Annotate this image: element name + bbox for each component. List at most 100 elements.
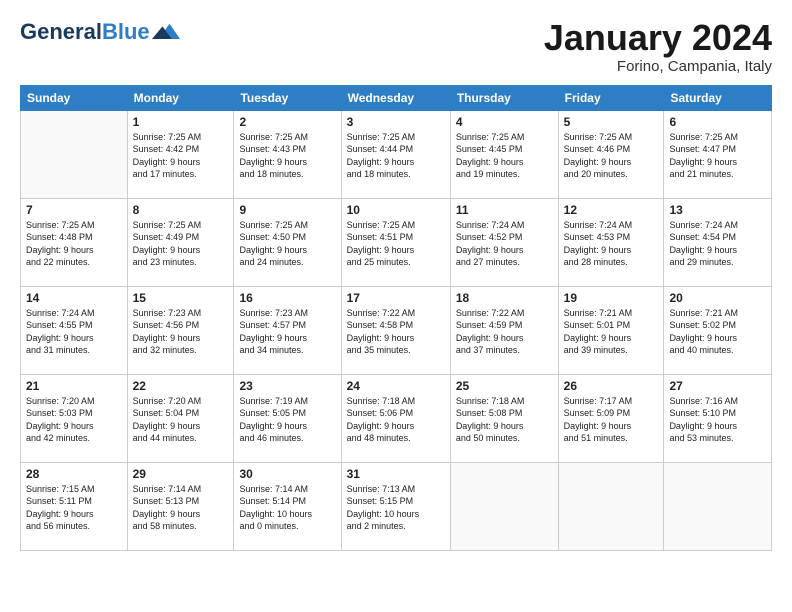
calendar-cell: 2Sunrise: 7:25 AM Sunset: 4:43 PM Daylig… xyxy=(234,110,341,198)
day-info: Sunrise: 7:25 AM Sunset: 4:48 PM Dayligh… xyxy=(26,219,122,269)
day-info: Sunrise: 7:21 AM Sunset: 5:02 PM Dayligh… xyxy=(669,307,766,357)
day-info: Sunrise: 7:24 AM Sunset: 4:52 PM Dayligh… xyxy=(456,219,553,269)
day-info: Sunrise: 7:25 AM Sunset: 4:44 PM Dayligh… xyxy=(347,131,445,181)
calendar-week-row: 7Sunrise: 7:25 AM Sunset: 4:48 PM Daylig… xyxy=(21,198,772,286)
calendar-cell: 9 Sunrise: 7:25 AM Sunset: 4:50 PM Daylig… xyxy=(234,198,341,286)
calendar-cell: 7Sunrise: 7:25 AM Sunset: 4:48 PM Daylig… xyxy=(21,198,128,286)
calendar-cell: 3 Sunrise: 7:25 AM Sunset: 4:44 PM Daylig… xyxy=(341,110,450,198)
calendar-cell: 12 Sunrise: 7:24 AM Sunset: 4:53 PM Dayli… xyxy=(558,198,664,286)
day-number: 9 xyxy=(239,203,335,217)
calendar-cell: 18Sunrise: 7:22 AM Sunset: 4:59 PM Dayli… xyxy=(450,286,558,374)
day-number: 6 xyxy=(669,115,766,129)
calendar-cell: 22 Sunrise: 7:20 AM Sunset: 5:04 PM Dayli… xyxy=(127,374,234,462)
calendar-week-row: 28 Sunrise: 7:15 AM Sunset: 5:11 PM Dayli… xyxy=(21,462,772,550)
calendar-cell: 24 Sunrise: 7:18 AM Sunset: 5:06 PM Dayli… xyxy=(341,374,450,462)
day-number: 29 xyxy=(133,467,229,481)
day-info: Sunrise: 7:25 AM Sunset: 4:50 PM Dayligh… xyxy=(239,219,335,269)
month-title: January 2024 xyxy=(544,18,772,58)
day-info: Sunrise: 7:24 AM Sunset: 4:54 PM Dayligh… xyxy=(669,219,766,269)
calendar-cell: 10Sunrise: 7:25 AM Sunset: 4:51 PM Dayli… xyxy=(341,198,450,286)
day-number: 2 xyxy=(239,115,335,129)
day-info: Sunrise: 7:18 AM Sunset: 5:06 PM Dayligh… xyxy=(347,395,445,445)
day-number: 5 xyxy=(564,115,659,129)
day-info: Sunrise: 7:14 AM Sunset: 5:13 PM Dayligh… xyxy=(133,483,229,533)
day-info: Sunrise: 7:22 AM Sunset: 4:59 PM Dayligh… xyxy=(456,307,553,357)
day-number: 17 xyxy=(347,291,445,305)
day-number: 27 xyxy=(669,379,766,393)
calendar-cell: 25 Sunrise: 7:18 AM Sunset: 5:08 PM Dayli… xyxy=(450,374,558,462)
page-header: GeneralBlue January 2024 Forino, Campani… xyxy=(20,18,772,75)
calendar-cell: 20 Sunrise: 7:21 AM Sunset: 5:02 PM Dayli… xyxy=(664,286,772,374)
day-number: 30 xyxy=(239,467,335,481)
calendar-cell: 11 Sunrise: 7:24 AM Sunset: 4:52 PM Dayli… xyxy=(450,198,558,286)
day-info: Sunrise: 7:22 AM Sunset: 4:58 PM Dayligh… xyxy=(347,307,445,357)
calendar-cell xyxy=(450,462,558,550)
calendar-cell: 15 Sunrise: 7:23 AM Sunset: 4:56 PM Dayli… xyxy=(127,286,234,374)
day-number: 3 xyxy=(347,115,445,129)
calendar-col-header: Wednesday xyxy=(341,85,450,110)
day-info: Sunrise: 7:23 AM Sunset: 4:57 PM Dayligh… xyxy=(239,307,335,357)
calendar-cell: 21 Sunrise: 7:20 AM Sunset: 5:03 PM Dayli… xyxy=(21,374,128,462)
calendar-cell xyxy=(664,462,772,550)
calendar-cell: 19Sunrise: 7:21 AM Sunset: 5:01 PM Dayli… xyxy=(558,286,664,374)
day-info: Sunrise: 7:25 AM Sunset: 4:42 PM Dayligh… xyxy=(133,131,229,181)
day-number: 15 xyxy=(133,291,229,305)
calendar-cell: 26Sunrise: 7:17 AM Sunset: 5:09 PM Dayli… xyxy=(558,374,664,462)
calendar-col-header: Sunday xyxy=(21,85,128,110)
day-number: 22 xyxy=(133,379,229,393)
calendar-col-header: Tuesday xyxy=(234,85,341,110)
day-info: Sunrise: 7:16 AM Sunset: 5:10 PM Dayligh… xyxy=(669,395,766,445)
calendar-cell: 17 Sunrise: 7:22 AM Sunset: 4:58 PM Dayli… xyxy=(341,286,450,374)
day-number: 11 xyxy=(456,203,553,217)
day-info: Sunrise: 7:15 AM Sunset: 5:11 PM Dayligh… xyxy=(26,483,122,533)
calendar-header-row: SundayMondayTuesdayWednesdayThursdayFrid… xyxy=(21,85,772,110)
day-number: 21 xyxy=(26,379,122,393)
logo: GeneralBlue xyxy=(20,18,180,46)
day-number: 4 xyxy=(456,115,553,129)
day-number: 12 xyxy=(564,203,659,217)
calendar-cell: 4 Sunrise: 7:25 AM Sunset: 4:45 PM Daylig… xyxy=(450,110,558,198)
calendar-cell xyxy=(21,110,128,198)
day-number: 26 xyxy=(564,379,659,393)
day-info: Sunrise: 7:18 AM Sunset: 5:08 PM Dayligh… xyxy=(456,395,553,445)
day-number: 1 xyxy=(133,115,229,129)
day-info: Sunrise: 7:20 AM Sunset: 5:04 PM Dayligh… xyxy=(133,395,229,445)
day-info: Sunrise: 7:19 AM Sunset: 5:05 PM Dayligh… xyxy=(239,395,335,445)
calendar-cell: 5 Sunrise: 7:25 AM Sunset: 4:46 PM Daylig… xyxy=(558,110,664,198)
location: Forino, Campania, Italy xyxy=(544,58,772,75)
day-info: Sunrise: 7:20 AM Sunset: 5:03 PM Dayligh… xyxy=(26,395,122,445)
day-number: 20 xyxy=(669,291,766,305)
logo-text: GeneralBlue xyxy=(20,20,150,44)
day-info: Sunrise: 7:14 AM Sunset: 5:14 PM Dayligh… xyxy=(239,483,335,533)
calendar-cell: 27 Sunrise: 7:16 AM Sunset: 5:10 PM Dayli… xyxy=(664,374,772,462)
title-block: January 2024 Forino, Campania, Italy xyxy=(544,18,772,75)
calendar-week-row: 21 Sunrise: 7:20 AM Sunset: 5:03 PM Dayli… xyxy=(21,374,772,462)
day-info: Sunrise: 7:24 AM Sunset: 4:53 PM Dayligh… xyxy=(564,219,659,269)
day-number: 8 xyxy=(133,203,229,217)
day-info: Sunrise: 7:13 AM Sunset: 5:15 PM Dayligh… xyxy=(347,483,445,533)
calendar-cell xyxy=(558,462,664,550)
calendar-cell: 31 Sunrise: 7:13 AM Sunset: 5:15 PM Dayli… xyxy=(341,462,450,550)
logo-icon xyxy=(152,18,180,46)
day-info: Sunrise: 7:25 AM Sunset: 4:47 PM Dayligh… xyxy=(669,131,766,181)
calendar-week-row: 1 Sunrise: 7:25 AM Sunset: 4:42 PM Daylig… xyxy=(21,110,772,198)
calendar-cell: 8Sunrise: 7:25 AM Sunset: 4:49 PM Daylig… xyxy=(127,198,234,286)
calendar-cell: 14Sunrise: 7:24 AM Sunset: 4:55 PM Dayli… xyxy=(21,286,128,374)
calendar-cell: 29 Sunrise: 7:14 AM Sunset: 5:13 PM Dayli… xyxy=(127,462,234,550)
calendar-week-row: 14Sunrise: 7:24 AM Sunset: 4:55 PM Dayli… xyxy=(21,286,772,374)
day-number: 28 xyxy=(26,467,122,481)
day-number: 25 xyxy=(456,379,553,393)
day-number: 23 xyxy=(239,379,335,393)
day-number: 24 xyxy=(347,379,445,393)
day-info: Sunrise: 7:25 AM Sunset: 4:45 PM Dayligh… xyxy=(456,131,553,181)
calendar-cell: 30 Sunrise: 7:14 AM Sunset: 5:14 PM Dayli… xyxy=(234,462,341,550)
calendar-col-header: Thursday xyxy=(450,85,558,110)
day-info: Sunrise: 7:25 AM Sunset: 4:51 PM Dayligh… xyxy=(347,219,445,269)
calendar-col-header: Saturday xyxy=(664,85,772,110)
calendar-cell: 13Sunrise: 7:24 AM Sunset: 4:54 PM Dayli… xyxy=(664,198,772,286)
day-number: 31 xyxy=(347,467,445,481)
calendar-col-header: Monday xyxy=(127,85,234,110)
day-info: Sunrise: 7:23 AM Sunset: 4:56 PM Dayligh… xyxy=(133,307,229,357)
day-info: Sunrise: 7:25 AM Sunset: 4:46 PM Dayligh… xyxy=(564,131,659,181)
calendar-cell: 1 Sunrise: 7:25 AM Sunset: 4:42 PM Daylig… xyxy=(127,110,234,198)
